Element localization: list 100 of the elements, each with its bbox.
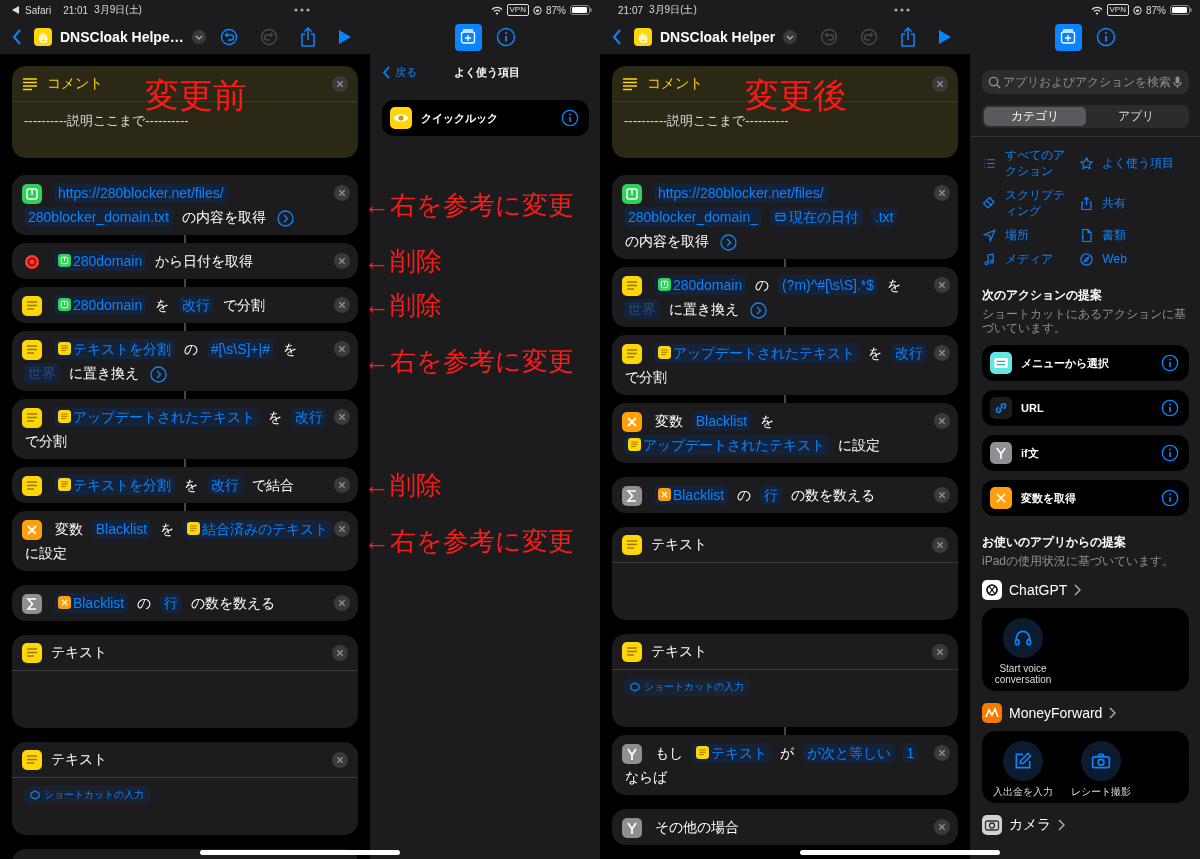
- action-card[interactable]: Blacklist の 行 の数を数える: [12, 585, 358, 621]
- expand-chevron-icon[interactable]: [749, 301, 767, 319]
- action-card[interactable]: テキスト: [12, 635, 358, 728]
- shortcut-title[interactable]: DNSCloak Helpe…: [60, 29, 184, 45]
- action-card[interactable]: その他の場合: [612, 809, 958, 845]
- chevron-right-icon[interactable]: [1058, 819, 1065, 831]
- parameter-token[interactable]: 改行: [206, 475, 243, 495]
- remove-button[interactable]: [934, 277, 950, 293]
- action-row[interactable]: if文: [982, 435, 1189, 471]
- remove-button[interactable]: [334, 341, 350, 357]
- expand-chevron-icon[interactable]: [719, 233, 737, 251]
- parameter-token[interactable]: 280domain: [53, 295, 147, 315]
- parameter-token[interactable]: Blacklist: [691, 411, 752, 431]
- parameter-token[interactable]: 280blocker_domain.txt: [24, 207, 173, 227]
- parameter-token[interactable]: (?m)^#[\s\S].*$: [777, 275, 879, 295]
- app-name-link[interactable]: ChatGPT: [1009, 582, 1068, 598]
- shortcut-title[interactable]: DNSCloak Helper: [660, 29, 776, 45]
- variable-chip[interactable]: ショートカットの入力: [624, 678, 750, 696]
- share-button[interactable]: [300, 27, 316, 47]
- segment-tab[interactable]: アプリ: [1085, 107, 1187, 126]
- remove-button[interactable]: [332, 751, 348, 768]
- app-name-link[interactable]: MoneyForward: [1009, 705, 1103, 721]
- remove-button[interactable]: [334, 297, 350, 313]
- remove-button[interactable]: [334, 477, 350, 493]
- parameter-token[interactable]: が次と等しい: [802, 743, 895, 763]
- action-card[interactable]: もし テキスト が が次と等しい 1 ならば: [612, 735, 958, 795]
- remove-button[interactable]: [932, 536, 948, 553]
- multitasking-dots-icon[interactable]: [894, 8, 910, 12]
- category-link[interactable]: 書類: [1079, 227, 1189, 243]
- parameter-token[interactable]: テキストを分割: [53, 475, 175, 495]
- category-link[interactable]: 場所: [982, 227, 1074, 243]
- info-icon[interactable]: [1161, 399, 1179, 417]
- remove-button[interactable]: [334, 595, 350, 611]
- remove-button[interactable]: [932, 75, 948, 92]
- comment-card[interactable]: コメント 変更後 ----------説明ここまで----------: [612, 66, 958, 158]
- parameter-token[interactable]: アップデートされたテキスト: [653, 343, 859, 363]
- remove-button[interactable]: [934, 185, 950, 201]
- action-card[interactable]: アップデートされたテキスト を 改行 で分割: [12, 399, 358, 459]
- action-row[interactable]: メニューから選択: [982, 345, 1189, 381]
- parameter-token[interactable]: テキストを分割: [53, 339, 175, 359]
- parameter-token[interactable]: .txt: [870, 207, 898, 227]
- parameter-token[interactable]: 行: [760, 485, 783, 505]
- remove-button[interactable]: [932, 643, 948, 660]
- run-button[interactable]: [338, 29, 352, 45]
- remove-button[interactable]: [934, 487, 950, 503]
- comment-card[interactable]: コメント 変更前 ----------説明ここまで----------: [12, 66, 358, 158]
- parameter-token[interactable]: アップデートされたテキスト: [53, 407, 259, 427]
- add-action-button[interactable]: [454, 23, 482, 51]
- parameter-token[interactable]: #[\s\S]+|#: [206, 339, 274, 359]
- parameter-token[interactable]: アップデートされたテキスト: [624, 435, 829, 455]
- app-action-button[interactable]: 入出金を入力: [992, 741, 1054, 797]
- remove-button[interactable]: [334, 521, 350, 537]
- parameter-token[interactable]: 現在の日付: [769, 207, 863, 227]
- share-button[interactable]: [900, 27, 916, 47]
- remove-button[interactable]: [934, 413, 950, 429]
- category-link[interactable]: メディア: [982, 251, 1074, 267]
- action-card[interactable]: 280domain の (?m)^#[\s\S].*$ を 世界 に置き換え: [612, 267, 958, 327]
- parameter-token[interactable]: https://280blocker.net/files/: [53, 183, 228, 203]
- back-button[interactable]: 戻る: [382, 64, 417, 80]
- app-action-button[interactable]: レシート撮影: [1070, 741, 1132, 797]
- info-icon[interactable]: [1095, 27, 1116, 47]
- back-chevron-icon[interactable]: [612, 29, 622, 45]
- remove-button[interactable]: [334, 185, 350, 201]
- action-row[interactable]: URL: [982, 390, 1189, 426]
- run-button[interactable]: [938, 29, 952, 45]
- category-link[interactable]: すべてのアクション: [982, 147, 1074, 179]
- info-icon[interactable]: [1161, 354, 1179, 372]
- multitasking-dots-icon[interactable]: [294, 8, 310, 12]
- parameter-token[interactable]: 280domain: [53, 251, 147, 271]
- parameter-token[interactable]: 結合済みのテキスト: [182, 519, 332, 539]
- parameter-token[interactable]: 行: [160, 593, 183, 613]
- category-link[interactable]: Web: [1079, 251, 1189, 267]
- parameter-token[interactable]: https://280blocker.net/files/: [653, 183, 828, 203]
- action-card[interactable]: テキスト ショートカットの入力: [612, 634, 958, 727]
- parameter-token[interactable]: 改行: [290, 407, 327, 427]
- parameter-token[interactable]: 改行: [890, 343, 927, 363]
- category-link[interactable]: 共有: [1079, 187, 1189, 219]
- parameter-token[interactable]: 1: [902, 743, 919, 763]
- parameter-token[interactable]: Blacklist: [91, 519, 152, 539]
- info-icon[interactable]: [495, 27, 516, 47]
- undo-button[interactable]: [220, 28, 238, 46]
- parameter-token[interactable]: Blacklist: [653, 485, 729, 505]
- app-action-button[interactable]: Start voice conversation: [992, 618, 1054, 685]
- action-card[interactable]: テキスト: [612, 527, 958, 620]
- info-icon[interactable]: [1161, 444, 1179, 462]
- action-card[interactable]: Blacklist の 行 の数を数える: [612, 477, 958, 513]
- remove-button[interactable]: [334, 409, 350, 425]
- parameter-token[interactable]: テキスト: [691, 743, 771, 763]
- variable-chip[interactable]: ショートカットの入力: [24, 786, 150, 804]
- search-field[interactable]: アプリおよびアクションを検索: [982, 70, 1189, 94]
- microphone-icon[interactable]: [1173, 76, 1182, 89]
- action-card[interactable]: アップデートされたテキスト を 改行 で分割: [612, 335, 958, 395]
- remove-button[interactable]: [934, 819, 950, 835]
- action-card[interactable]: テキスト ショートカットの入力: [12, 742, 358, 835]
- parameter-token[interactable]: 改行: [177, 295, 214, 315]
- parameter-token[interactable]: 280blocker_domain_: [624, 207, 762, 227]
- app-name-link[interactable]: カメラ: [1009, 816, 1051, 834]
- remove-button[interactable]: [332, 644, 348, 661]
- action-card[interactable]: 変数 Blacklist を アップデートされたテキスト に設定: [612, 403, 958, 463]
- dropdown-chevron-icon[interactable]: [191, 30, 206, 44]
